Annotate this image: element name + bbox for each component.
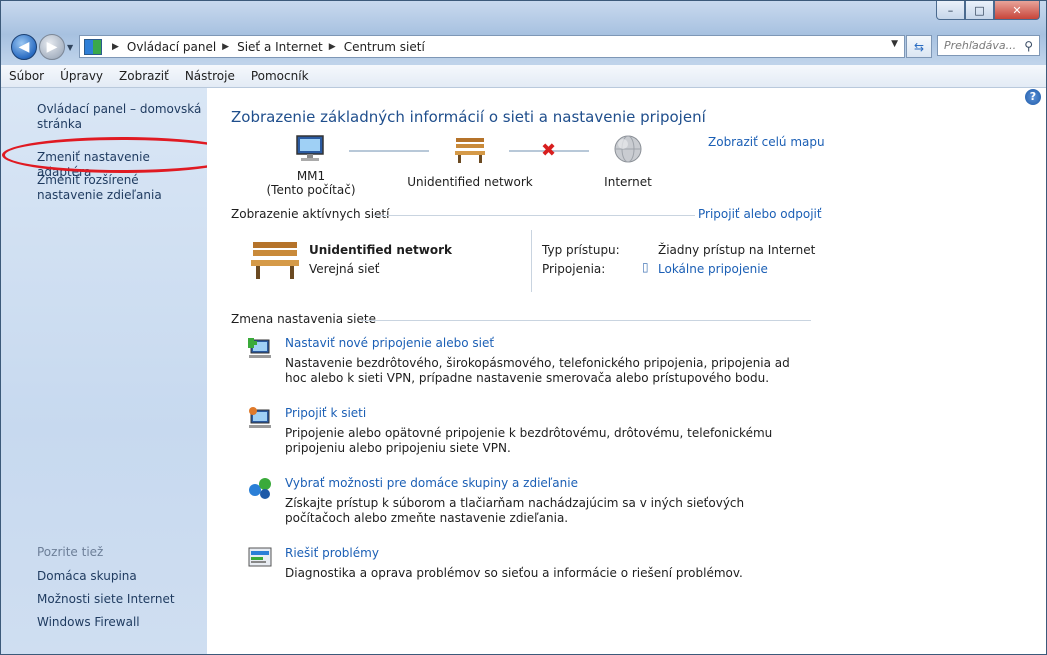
search-placeholder: Prehľadáva... [944,39,1017,52]
refresh-button[interactable]: ⇆ [906,35,932,58]
breadcrumb-separator[interactable]: ▶ [222,42,229,52]
bench-icon [251,242,299,279]
change-settings-heading: Zmena nastavenia siete [231,312,376,326]
new-connection-icon [248,338,271,358]
minimize-button[interactable]: – [936,1,965,20]
breadcrumb-separator[interactable]: ▶ [329,42,336,52]
active-network-type[interactable]: Verejná sieť [309,262,380,276]
left-pane: Ovládací panel – domovská stránka Zmeniť… [1,88,207,654]
address-bar[interactable]: ▶ Ovládací panel ▶ Sieť a Internet ▶ Cen… [79,35,905,58]
task-link[interactable]: Riešiť problémy [285,546,379,560]
address-dropdown-icon[interactable]: ▼ [891,39,898,49]
map-network[interactable]: Unidentified network [405,134,535,189]
breadcrumb-control-panel[interactable]: Ovládací panel [127,40,216,54]
main-pane: ? Zobrazenie základných informácií o sie… [207,88,1046,654]
no-connection-x-icon: ✖ [541,140,557,161]
sidebar-link-windows-firewall[interactable]: Windows Firewall [37,615,202,630]
maximize-button[interactable]: □ [965,1,994,20]
task-link[interactable]: Pripojiť k sieti [285,406,366,420]
computer-name: MM1 [296,169,326,183]
recent-pages-dropdown[interactable]: ▼ [67,43,77,52]
search-input[interactable]: Prehľadáva... ⚲ [937,35,1040,56]
task-link[interactable]: Vybrať možnosti pre domáce skupiny a zdi… [285,476,578,490]
back-button[interactable]: ◀ [11,34,37,60]
control-panel-icon [84,38,102,55]
explorer-window: – □ ✕ ◀ ▶ ▼ ▶ Ovládací panel ▶ Sieť a In… [0,0,1047,655]
connect-disconnect-link[interactable]: Pripojiť alebo odpojiť [698,207,822,221]
navigation-buttons: ◀ ▶ ▼ [11,34,77,60]
menu-tools[interactable]: Nástroje [177,69,243,83]
task-description: Získajte prístup k súborom a tlačiarňam … [285,496,745,525]
access-type-value: Žiadny prístup na Internet [658,243,816,257]
globe-icon [614,135,642,163]
connect-network-icon [249,407,271,428]
help-icon[interactable]: ? [1025,89,1041,105]
map-computer[interactable]: MM1 (Tento počítač) [259,134,363,197]
menu-bar: Súbor Úpravy Zobraziť Nástroje Pomocník [1,65,1046,88]
map-internet[interactable]: Internet [585,134,671,189]
task-description: Pripojenie alebo opätovné pripojenie k b… [285,426,773,455]
menu-view[interactable]: Zobraziť [111,69,177,83]
view-full-map-link[interactable]: Zobraziť celú mapu [708,135,825,149]
task-link[interactable]: Nastaviť nové pripojenie alebo sieť [285,336,494,350]
troubleshoot-icon [248,547,272,567]
connections-label: Pripojenia: [542,262,606,276]
map-internet-label: Internet [604,175,652,189]
network-adapter-icon: ▯ [642,260,649,274]
breadcrumb-network-internet[interactable]: Sieť a Internet [237,40,323,54]
task-description: Nastavenie bezdrôtového, širokopásmového… [285,356,790,385]
breadcrumb-separator[interactable]: ▶ [112,42,119,52]
sidebar-link-homegroup[interactable]: Domáca skupina [37,569,202,584]
active-networks-heading: Zobrazenie aktívnych sietí [231,207,390,221]
computer-icon [296,135,324,161]
menu-edit[interactable]: Úpravy [52,69,111,83]
vertical-divider [531,230,532,292]
sidebar-link-advanced-sharing[interactable]: Zmeniť rozšírené nastavenie zdieľania [37,173,202,203]
search-icon[interactable]: ⚲ [1024,39,1033,53]
breadcrumb-network-center[interactable]: Centrum sietí [344,40,425,54]
active-network-name: Unidentified network [309,243,452,257]
homegroup-icon [249,478,271,499]
page-title: Zobrazenie základných informácií o sieti… [231,108,706,126]
bench-icon [455,138,485,163]
task-description: Diagnostika a oprava problémov so sieťou… [285,566,743,580]
divider [373,215,695,216]
sidebar-link-internet-options[interactable]: Možnosti siete Internet [37,592,202,607]
menu-file[interactable]: Súbor [1,69,52,83]
sidebar-link-control-panel-home[interactable]: Ovládací panel – domovská stránka [37,102,202,132]
local-connection-link[interactable]: Lokálne pripojenie [658,262,768,276]
menu-help[interactable]: Pomocník [243,69,317,83]
see-also-heading: Pozrite tiež [37,545,104,559]
window-controls: – □ ✕ [936,1,1040,20]
access-type-label: Typ prístupu: [542,243,620,257]
forward-button[interactable]: ▶ [39,34,65,60]
map-network-label: Unidentified network [407,175,533,189]
close-button[interactable]: ✕ [994,1,1040,20]
divider [361,320,811,321]
computer-subtitle: (Tento počítač) [266,183,356,197]
